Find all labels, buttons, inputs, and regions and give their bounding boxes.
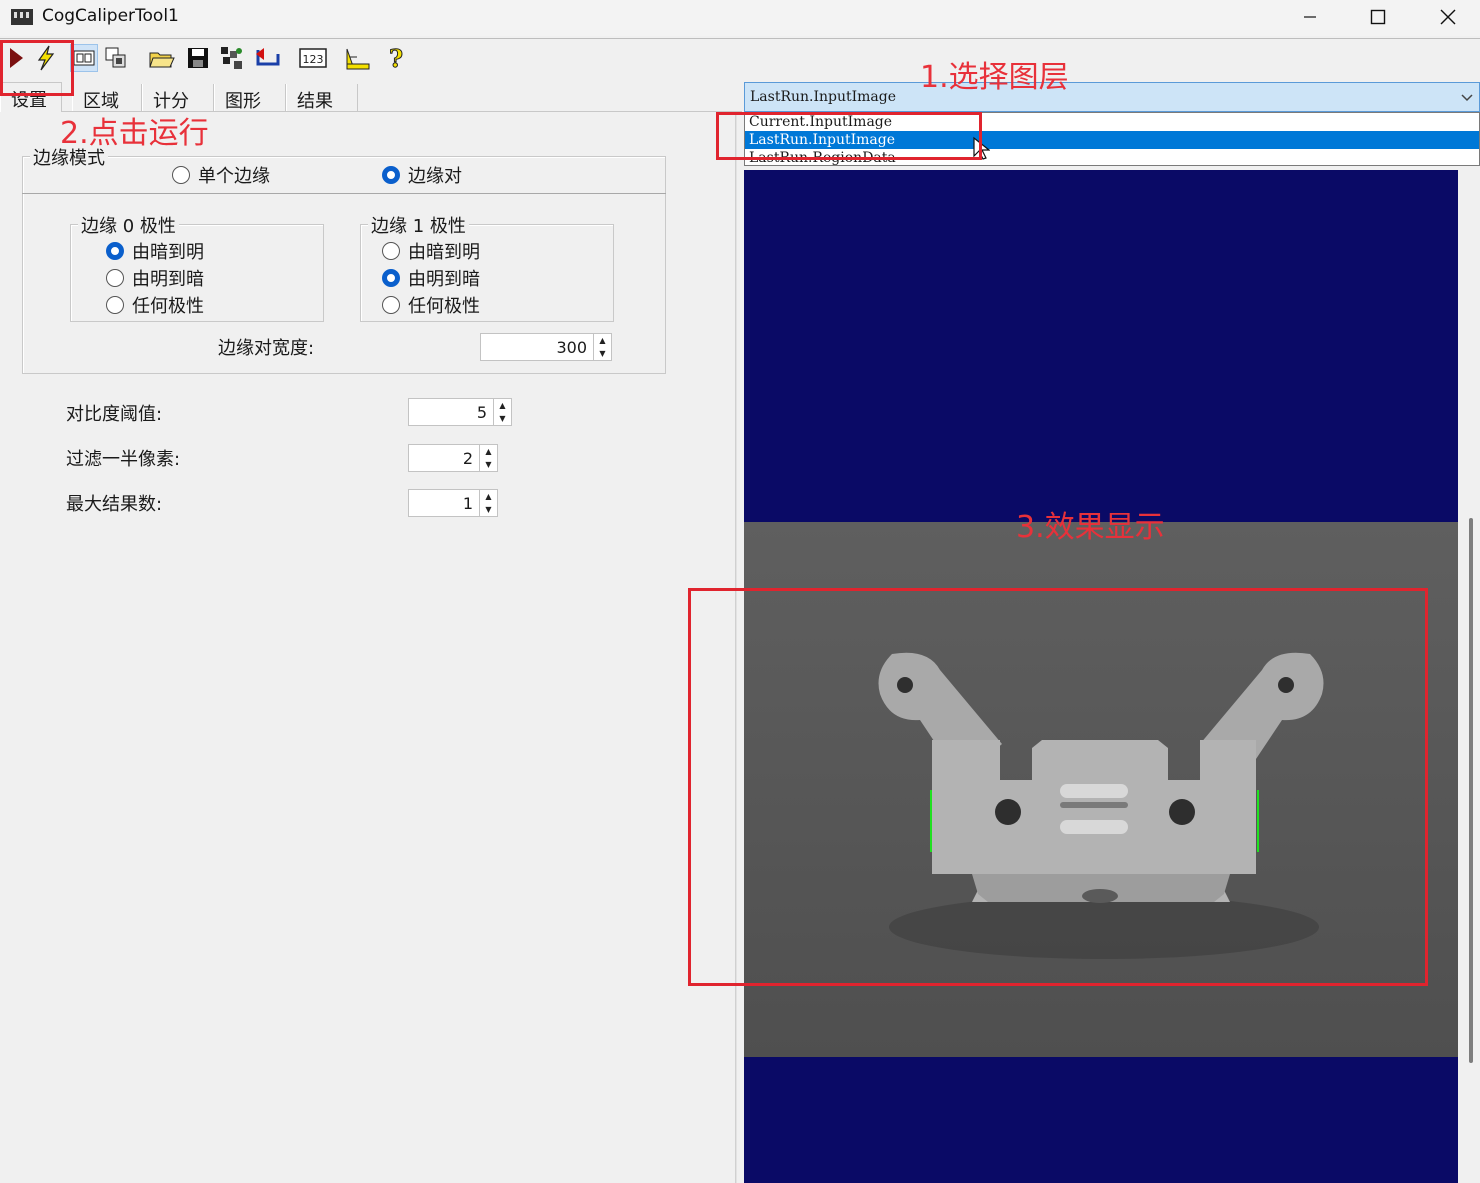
maximize-button[interactable]: [1343, 0, 1413, 34]
filter-half-pixels-label: 过滤一半像素:: [66, 449, 181, 470]
spin-up-icon[interactable]: ▲: [494, 399, 511, 412]
spin-up-icon[interactable]: ▲: [480, 445, 497, 458]
radio-label: 任何极性: [132, 296, 204, 317]
reset-button[interactable]: [254, 44, 282, 72]
maximize-icon: [1370, 9, 1386, 25]
edge-pair-width-spinner[interactable]: 300 ▲ ▼: [480, 333, 612, 361]
radio-edge0-any[interactable]: 任何极性: [106, 292, 204, 318]
radio-indicator: [382, 166, 400, 184]
help-icon: ?: [388, 45, 403, 71]
app-icon: [11, 9, 33, 25]
spin-down-icon[interactable]: ▼: [594, 347, 611, 360]
display-button[interactable]: [70, 44, 98, 72]
spinner-value: 1: [462, 493, 473, 513]
title-bar: [0, 0, 1480, 36]
radio-indicator: [382, 296, 400, 314]
minimize-icon: [1304, 16, 1316, 18]
radio-edge0-light-to-dark[interactable]: 由明到暗: [106, 265, 204, 291]
copy-icon: [105, 47, 126, 68]
spin-down-icon[interactable]: ▼: [480, 503, 497, 516]
radio-single-edge[interactable]: 单个边缘: [172, 162, 270, 188]
radio-indicator: [106, 296, 124, 314]
open-icon: [149, 52, 175, 68]
annotation-box-run: [0, 40, 74, 96]
annotation-step3: 3.效果显示: [1016, 510, 1165, 545]
display-icon: [73, 50, 95, 66]
grid-button[interactable]: [218, 44, 246, 72]
radio-label: 单个边缘: [198, 166, 270, 187]
radio-edge1-dark-to-light[interactable]: 由暗到明: [382, 238, 480, 264]
radio-edge1-any[interactable]: 任何极性: [382, 292, 480, 318]
window-title: CogCaliperTool1: [42, 6, 179, 26]
spinner-value: 300: [556, 337, 587, 357]
max-results-spinner[interactable]: 1 ▲ ▼: [408, 489, 498, 517]
copy-button[interactable]: [102, 44, 130, 72]
tab-graphics[interactable]: 图形: [214, 84, 286, 112]
scrollbar-thumb[interactable]: [1469, 518, 1473, 1063]
save-icon: [188, 48, 208, 68]
radio-indicator: [106, 269, 124, 287]
counter-button[interactable]: 123: [298, 44, 328, 72]
annotation-box-result: [688, 588, 1428, 986]
edge0-polarity-legend: 边缘 0 极性: [78, 212, 179, 238]
close-icon: [1440, 9, 1456, 25]
radio-label: 由明到暗: [132, 269, 204, 290]
radio-indicator: [382, 269, 400, 287]
radio-edge1-light-to-dark[interactable]: 由明到暗: [382, 265, 480, 291]
reset-icon: [256, 48, 280, 66]
svg-text:?: ?: [389, 45, 403, 71]
save-button[interactable]: [184, 44, 212, 72]
radio-edge0-dark-to-light[interactable]: 由暗到明: [106, 238, 204, 264]
annotation-box-layer: [716, 112, 982, 160]
chevron-down-icon: [1461, 94, 1473, 102]
minimize-button[interactable]: [1275, 0, 1345, 34]
annotation-step1: 1.选择图层: [920, 60, 1069, 95]
spinner-value: 2: [462, 448, 473, 468]
grid-icon: [221, 47, 242, 69]
edge-pair-width-label: 边缘对宽度:: [218, 338, 315, 359]
open-button[interactable]: [148, 44, 176, 72]
radio-label: 由明到暗: [408, 269, 480, 290]
max-results-label: 最大结果数:: [66, 494, 163, 515]
title-separator: [0, 38, 1480, 39]
spin-down-icon[interactable]: ▼: [480, 458, 497, 471]
radio-label: 由暗到明: [132, 242, 204, 263]
radio-label: 任何极性: [408, 296, 480, 317]
measure-button[interactable]: [344, 44, 372, 72]
select-value: LastRun.InputImage: [750, 89, 897, 105]
edge-mode-divider: [22, 193, 666, 194]
radio-edge-pair[interactable]: 边缘对: [382, 162, 462, 188]
close-button[interactable]: [1413, 0, 1480, 34]
edge1-polarity-legend: 边缘 1 极性: [368, 212, 469, 238]
measure-icon: [346, 48, 370, 70]
radio-label: 边缘对: [408, 166, 462, 187]
spin-down-icon[interactable]: ▼: [494, 412, 511, 425]
contrast-threshold-label: 对比度阈值:: [66, 404, 163, 425]
radio-indicator: [172, 166, 190, 184]
image-layer-select[interactable]: LastRun.InputImage: [744, 82, 1480, 112]
contrast-threshold-spinner[interactable]: 5 ▲ ▼: [408, 398, 512, 426]
tab-results[interactable]: 结果: [286, 84, 358, 112]
spinner-value: 5: [476, 402, 487, 422]
spin-up-icon[interactable]: ▲: [594, 334, 611, 347]
filter-half-pixels-spinner[interactable]: 2 ▲ ▼: [408, 444, 498, 472]
spin-up-icon[interactable]: ▲: [480, 490, 497, 503]
radio-indicator: [382, 242, 400, 260]
svg-text:123: 123: [303, 53, 324, 66]
counter-icon: 123: [299, 48, 327, 68]
annotation-step2: 2.点击运行: [60, 116, 209, 151]
radio-label: 由暗到明: [408, 242, 480, 263]
radio-indicator: [106, 242, 124, 260]
help-button[interactable]: ?: [382, 44, 410, 72]
